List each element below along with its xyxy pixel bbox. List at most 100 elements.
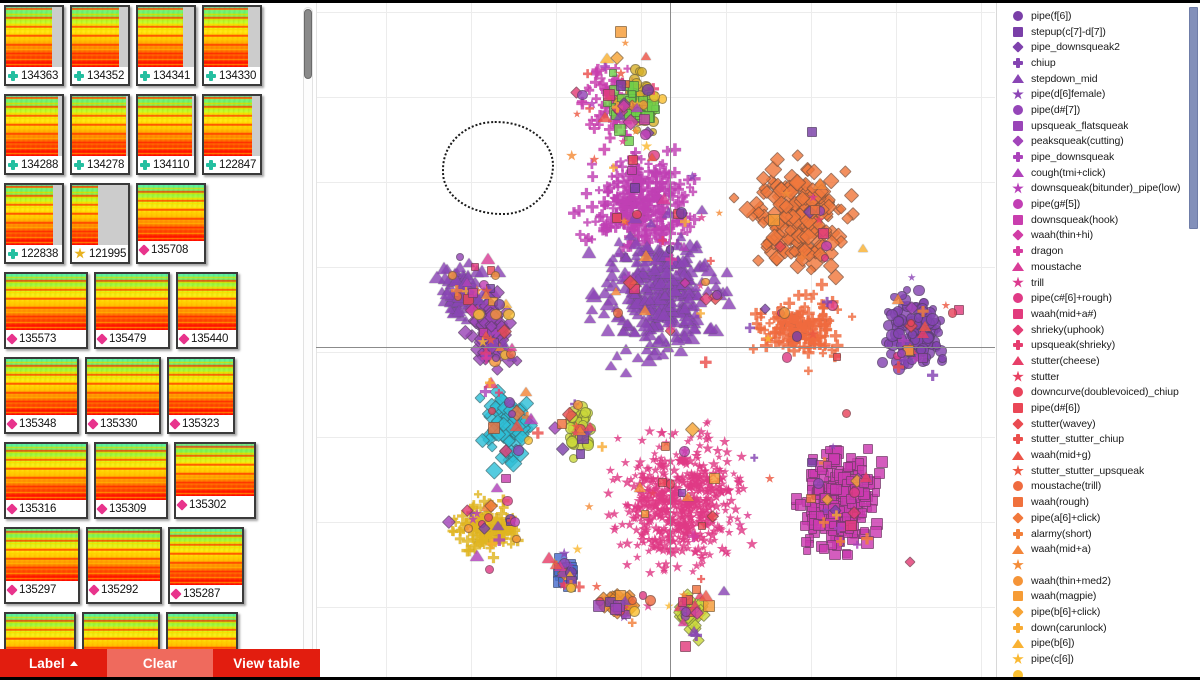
scatter-point[interactable] xyxy=(708,472,721,485)
legend-item[interactable]: peaksqueak(cutting) xyxy=(996,134,1200,150)
scatter-point[interactable] xyxy=(691,584,702,595)
legend-item[interactable] xyxy=(996,667,1200,677)
scatter-point[interactable] xyxy=(800,521,810,532)
scatter-point[interactable] xyxy=(721,266,734,277)
scatter-point[interactable] xyxy=(627,165,637,176)
legend-item[interactable]: cough(tmi+click) xyxy=(996,165,1200,181)
scatter-point[interactable] xyxy=(676,254,691,267)
legend-item[interactable]: stutter_stutter_chiup xyxy=(996,432,1200,448)
scatter-point[interactable] xyxy=(809,205,820,216)
legend-item[interactable]: downsqueak(hook) xyxy=(996,212,1200,228)
scatter-point[interactable] xyxy=(613,124,627,137)
scatter-point[interactable] xyxy=(641,84,654,97)
scatter-point[interactable] xyxy=(748,344,759,354)
scatter-point[interactable] xyxy=(791,149,805,163)
scatter-point[interactable] xyxy=(678,241,689,251)
scatter-point[interactable] xyxy=(634,481,647,492)
scatter-point[interactable] xyxy=(615,80,627,91)
scatter-point[interactable] xyxy=(724,527,734,537)
thumbnail-card[interactable]: 135316 xyxy=(4,442,88,519)
scatter-point[interactable] xyxy=(610,603,623,615)
scatter-point[interactable] xyxy=(445,304,455,313)
scatter-point[interactable] xyxy=(572,543,583,554)
scatter-point[interactable] xyxy=(490,483,503,493)
scatter-point[interactable] xyxy=(801,537,812,548)
scatter-point[interactable] xyxy=(428,270,445,283)
scatter-point[interactable] xyxy=(764,473,775,483)
thumbnail-card[interactable]: 135479 xyxy=(94,272,170,349)
thumbnail-card[interactable]: 122838 xyxy=(4,183,64,264)
scatter-point[interactable] xyxy=(682,292,695,303)
legend-scrollbar-thumb[interactable] xyxy=(1189,7,1198,229)
scatter-point[interactable] xyxy=(640,129,651,141)
thumbnail-card[interactable]: 134352 xyxy=(70,5,130,86)
scatter-point[interactable] xyxy=(876,356,889,369)
legend-item[interactable]: stutter_stutter_upsqueak xyxy=(996,463,1200,479)
thumbnail-card[interactable]: 135323 xyxy=(167,357,235,434)
scatter-point[interactable] xyxy=(605,360,618,370)
scatter-point[interactable] xyxy=(591,581,602,591)
legend-item[interactable]: pipe(b[6]) xyxy=(996,636,1200,652)
scatter-point[interactable] xyxy=(667,299,678,308)
scatter-point[interactable] xyxy=(791,331,802,342)
thumbnail-card[interactable]: 135348 xyxy=(4,357,79,434)
scatter-point[interactable] xyxy=(502,495,513,506)
scatter-point[interactable] xyxy=(462,277,473,286)
scatter-point[interactable] xyxy=(488,421,501,434)
scatter-point[interactable] xyxy=(605,465,616,475)
scatter-point[interactable] xyxy=(448,271,458,280)
scatter-point[interactable] xyxy=(891,294,904,305)
scatter-point[interactable] xyxy=(621,38,630,47)
legend-item[interactable]: downsqueak(bitunder)_pipe(low) xyxy=(996,181,1200,197)
thumbnail-card[interactable]: 135330 xyxy=(85,357,161,434)
scatter-point[interactable] xyxy=(721,446,733,457)
legend-item[interactable]: pipe(d#[7]) xyxy=(996,102,1200,118)
clear-button[interactable]: Clear xyxy=(106,649,214,677)
legend-item[interactable]: pipe(d[6]female) xyxy=(996,86,1200,102)
legend-item[interactable]: trill xyxy=(996,275,1200,291)
scatter-point[interactable] xyxy=(843,187,860,203)
scatter-point[interactable] xyxy=(857,243,868,252)
scatter-point[interactable] xyxy=(701,442,714,454)
scatter-point[interactable] xyxy=(646,153,657,162)
legend-item[interactable]: stepup(c[7]-d[7]) xyxy=(996,24,1200,40)
scatter-point[interactable] xyxy=(590,66,602,78)
scatter-point[interactable] xyxy=(698,521,707,531)
scatter-point[interactable] xyxy=(871,488,881,498)
scatter-point[interactable] xyxy=(512,445,524,457)
scatter-point[interactable] xyxy=(719,435,731,447)
scatter-point[interactable] xyxy=(671,561,683,572)
scatter-point[interactable] xyxy=(678,445,691,457)
scatter-point[interactable] xyxy=(644,425,656,436)
scatter-point[interactable] xyxy=(480,290,491,299)
thumbnail-card[interactable]: 135573 xyxy=(4,272,88,349)
scatter-point[interactable] xyxy=(584,287,601,300)
thumbnail-card[interactable]: 134278 xyxy=(70,94,130,175)
scatter-point[interactable] xyxy=(926,369,939,382)
scatter-point[interactable] xyxy=(701,277,710,287)
scatter-point[interactable] xyxy=(480,253,495,265)
scatter-point[interactable] xyxy=(712,445,724,456)
scatter-point[interactable] xyxy=(767,213,780,226)
scatter-point[interactable] xyxy=(722,456,733,467)
scatter-point[interactable] xyxy=(630,183,641,194)
scatter-point[interactable] xyxy=(695,441,705,450)
scatter-point[interactable] xyxy=(565,582,576,593)
scatter-point[interactable] xyxy=(572,109,582,118)
scatter-point[interactable] xyxy=(907,273,916,281)
scatter-point[interactable] xyxy=(715,452,723,461)
scatter-point[interactable] xyxy=(715,208,724,217)
scatter-point[interactable] xyxy=(493,298,505,310)
scatter-point[interactable] xyxy=(587,171,599,182)
scatter-point[interactable] xyxy=(829,329,842,342)
legend-item[interactable] xyxy=(996,557,1200,573)
scatter-point[interactable] xyxy=(687,626,700,637)
legend-item[interactable]: stutter(cheese) xyxy=(996,353,1200,369)
scatter-point[interactable] xyxy=(598,143,611,156)
scatter-point[interactable] xyxy=(803,546,812,556)
scatter-point[interactable] xyxy=(917,352,928,364)
scatter-point[interactable] xyxy=(612,212,623,224)
sidebar-scrollbar-track[interactable] xyxy=(303,7,313,657)
scatter-point[interactable] xyxy=(628,606,640,618)
legend-item[interactable]: stutter(wavey) xyxy=(996,416,1200,432)
